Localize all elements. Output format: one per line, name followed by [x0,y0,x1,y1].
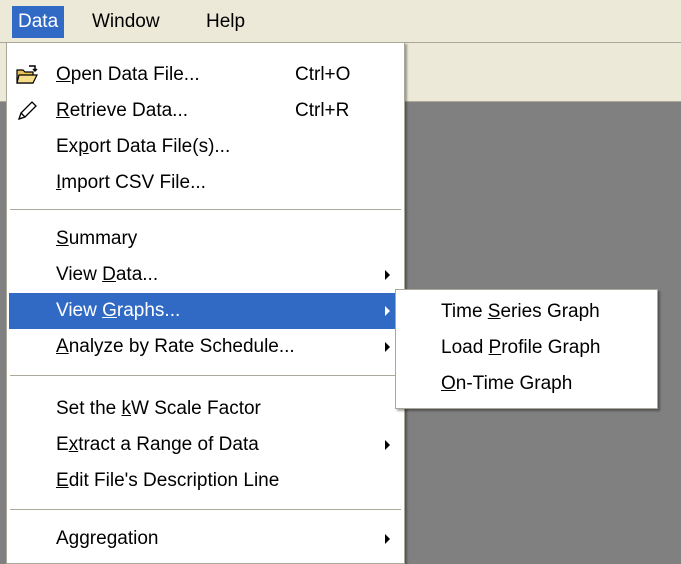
menu-item-label: Import CSV File... [56,172,206,193]
menu-item-label: Load Profile Graph [441,337,601,358]
shortcut-label: Ctrl+O [295,64,351,85]
menu-item-time-series-graph[interactable]: Time Series Graph [398,294,655,330]
menu-item-label: Summary [56,228,138,249]
menu-separator [10,209,401,211]
menu-help[interactable]: Help [200,6,251,38]
submenu-arrow-icon [385,534,390,544]
menu-separator [10,509,401,511]
submenu-arrow-icon [385,440,390,450]
menu-item-label: On-Time Graph [441,373,573,394]
menu-item-load-profile-graph[interactable]: Load Profile Graph [398,330,655,366]
menu-window[interactable]: Window [86,6,166,38]
open-folder-icon [15,63,39,87]
menu-item-label: View Data... [56,264,159,285]
menu-item-open-data-file[interactable]: Open Data File... Ctrl+O [9,57,402,93]
pencil-icon [15,99,39,123]
menu-item-edit-file-description-line[interactable]: Edit File's Description Line [9,463,402,499]
menu-item-label: Retrieve Data... [56,100,189,121]
submenu-arrow-icon [385,306,390,316]
menu-item-label: Set the kW Scale Factor [56,398,261,419]
view-graphs-submenu: Time Series Graph Load Profile Graph On-… [395,289,658,409]
data-menu-dropdown: Open Data File... Ctrl+O Retrieve Data..… [6,42,405,564]
submenu-arrow-icon [385,342,390,352]
menu-item-extract-range-of-data[interactable]: Extract a Range of Data [9,427,402,463]
menu-item-retrieve-data[interactable]: Retrieve Data... Ctrl+R [9,93,402,129]
menu-item-on-time-graph[interactable]: On-Time Graph [398,366,655,402]
menu-item-summary[interactable]: Summary [9,221,402,257]
menu-item-export-data-files[interactable]: Export Data File(s)... [9,129,402,165]
menu-item-label: Analyze by Rate Schedule... [56,336,295,357]
menu-item-set-kw-scale-factor[interactable]: Set the kW Scale Factor [9,391,402,427]
menu-item-view-data[interactable]: View Data... [9,257,402,293]
menu-bar: Data Window Help [0,0,681,43]
menu-separator [10,375,401,377]
menu-item-aggregation[interactable]: Aggregation [9,521,402,557]
menu-item-label: Open Data File... [56,64,200,85]
menu-item-label: View Graphs... [56,300,181,321]
menu-item-label: Edit File's Description Line [56,470,280,491]
menu-item-label: Time Series Graph [441,301,600,322]
menu-item-label: Aggregation [56,528,159,549]
menu-item-analyze-by-rate-schedule[interactable]: Analyze by Rate Schedule... [9,329,402,365]
menu-item-label: Extract a Range of Data [56,434,259,455]
submenu-arrow-icon [385,270,390,280]
menu-item-label: Export Data File(s)... [56,136,231,157]
menu-data[interactable]: Data [12,6,65,38]
menu-item-view-graphs[interactable]: View Graphs... [9,293,402,329]
shortcut-label: Ctrl+R [295,100,350,121]
menu-item-import-csv-file[interactable]: Import CSV File... [9,165,402,201]
